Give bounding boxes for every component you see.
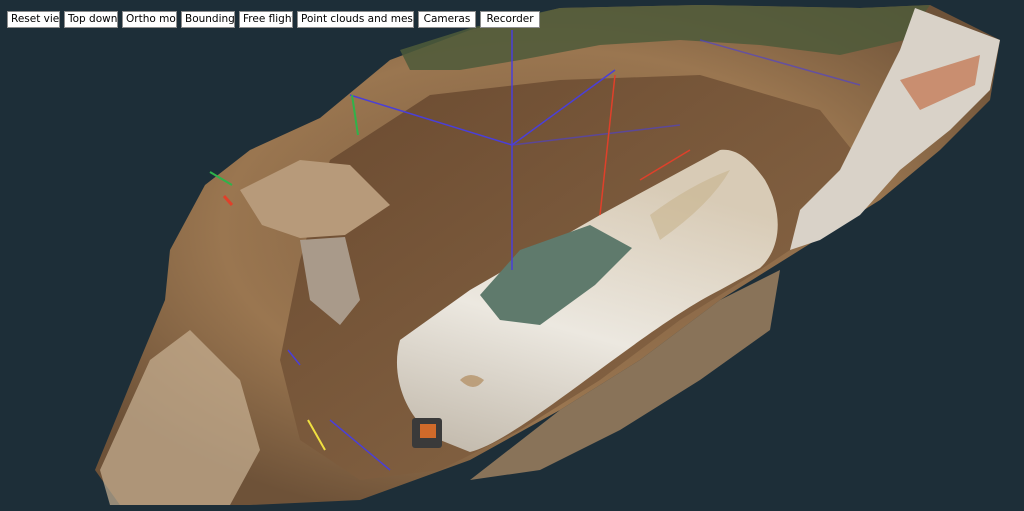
viewer-toolbar: Reset view Top down Ortho mode Bounding … bbox=[7, 11, 540, 29]
compactor-machine bbox=[412, 418, 442, 448]
recorder-button[interactable]: Recorder bbox=[480, 11, 540, 28]
top-down-button[interactable]: Top down bbox=[64, 11, 118, 28]
point-cloud-scene[interactable] bbox=[0, 0, 1024, 507]
free-flight-button[interactable]: Free flight bbox=[239, 11, 293, 28]
ortho-mode-button[interactable]: Ortho mode bbox=[122, 11, 177, 28]
point-clouds-meshes-button[interactable]: Point clouds and meshes bbox=[297, 11, 414, 28]
reset-view-button[interactable]: Reset view bbox=[7, 11, 60, 28]
3d-viewport[interactable]: Reset view Top down Ortho mode Bounding … bbox=[0, 0, 1024, 507]
cameras-button[interactable]: Cameras bbox=[418, 11, 476, 28]
bounding-box-button[interactable]: Bounding Box bbox=[181, 11, 235, 28]
